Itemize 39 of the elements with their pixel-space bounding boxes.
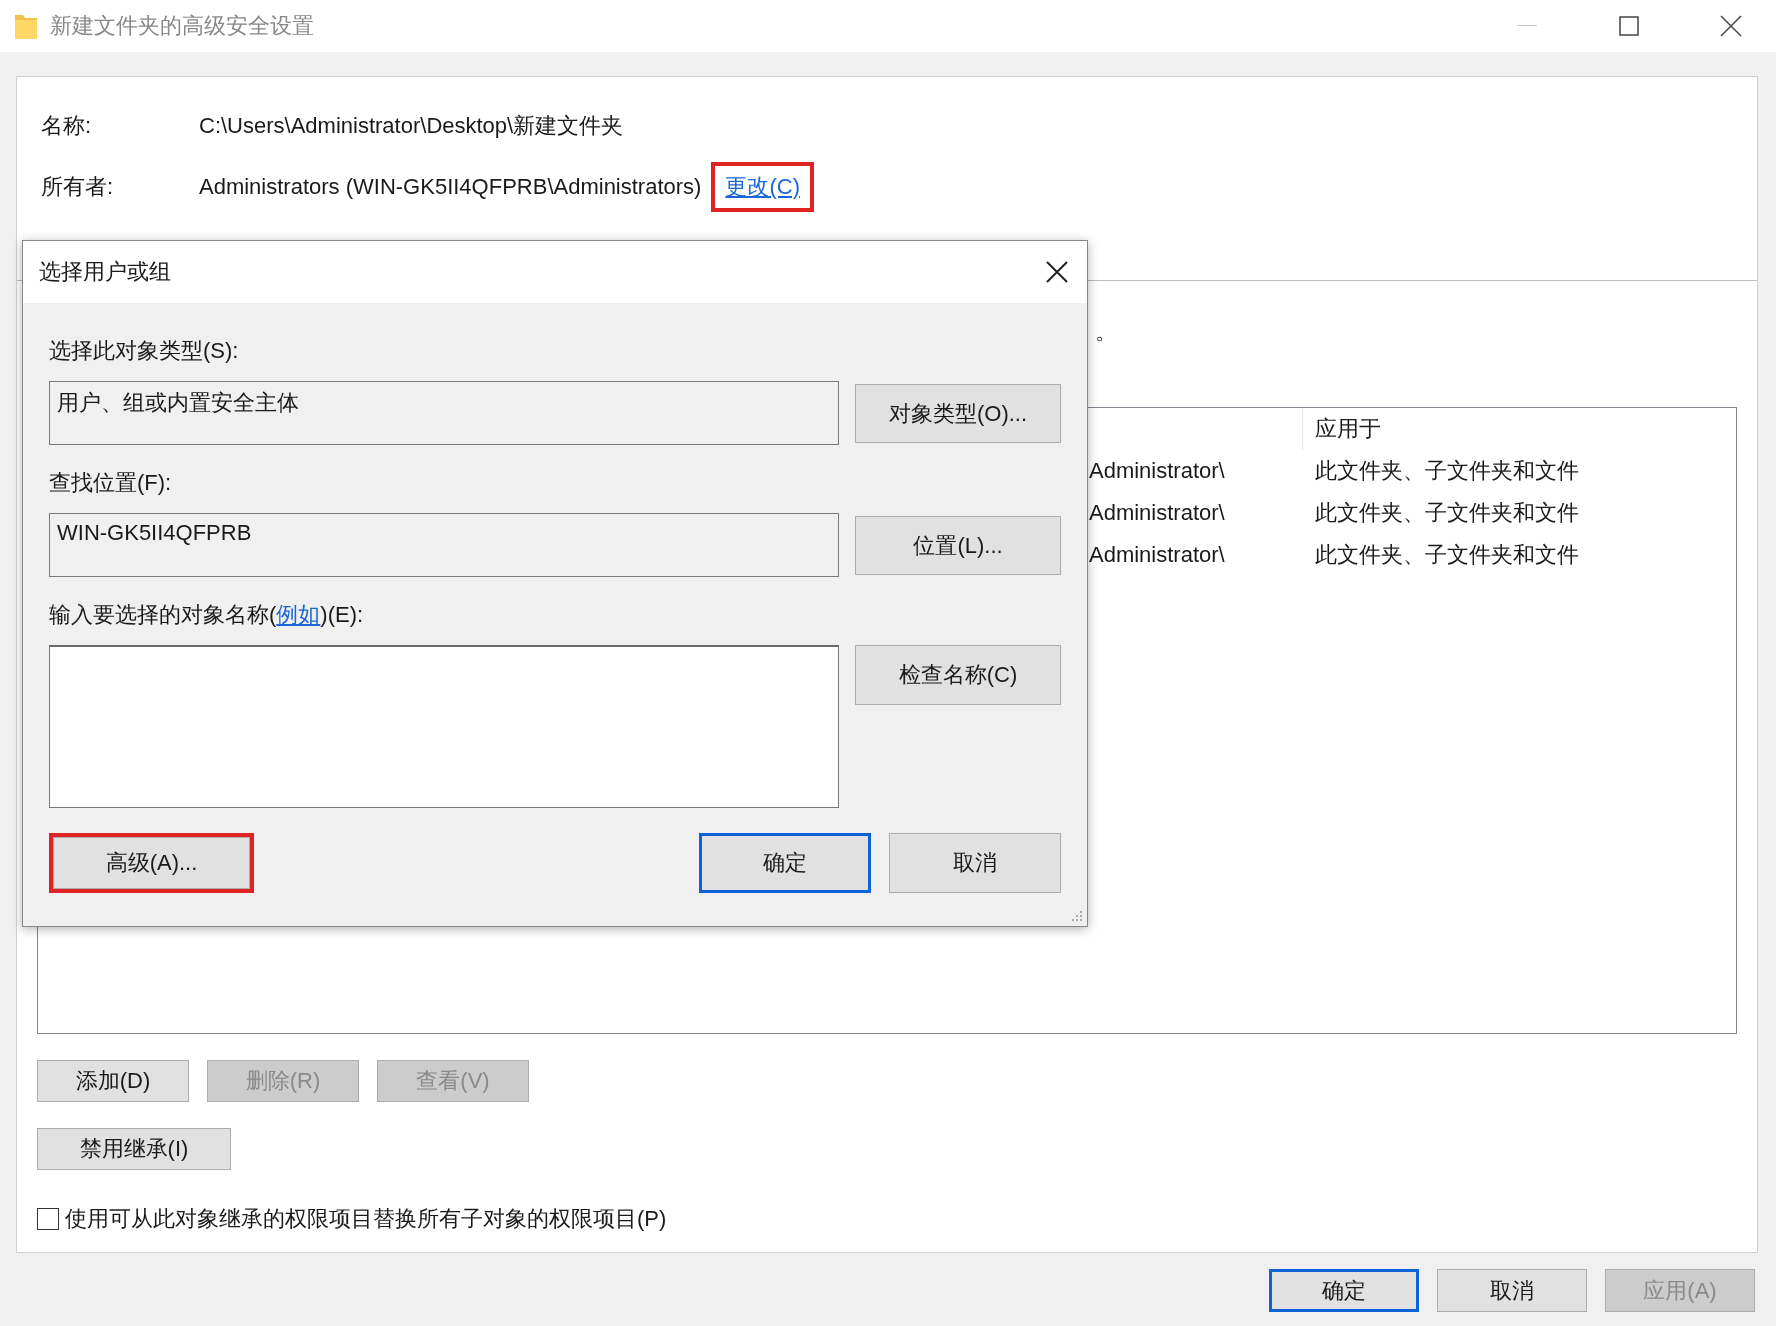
close-icon[interactable] — [1720, 15, 1742, 37]
close-icon[interactable] — [1046, 261, 1068, 283]
checkbox-label: 使用可从此对象继承的权限项目替换所有子对象的权限项目(P) — [65, 1205, 667, 1233]
field-label: 所有者: — [41, 172, 115, 201]
maximize-icon[interactable] — [1619, 16, 1639, 36]
entry-button[interactable]: 添加(D) — [37, 1060, 189, 1102]
input-field[interactable] — [49, 645, 839, 808]
table-cell-text: 此文件夹、子文件夹和文件 — [1314, 541, 1580, 569]
field-label: 选择此对象类型(S): — [49, 337, 240, 365]
field-label: 名称: — [41, 111, 93, 140]
description-text: 。 — [1095, 318, 1117, 346]
dialog-button[interactable]: 取消 — [889, 833, 1061, 893]
dialog-title: 选择用户或组 — [39, 258, 171, 286]
dialog-button[interactable]: 确定 — [1269, 1269, 1419, 1312]
dialog-button[interactable]: 确定 — [699, 833, 871, 893]
table-cell-text: Administrator\ — [1088, 500, 1226, 526]
field-label: 查找位置(F): — [49, 469, 173, 497]
column-header[interactable]: 应用于 — [1302, 408, 1736, 450]
window-title: 新建文件夹的高级安全设置 — [50, 12, 315, 40]
field-value: C:\Users\Administrator\Desktop\新建文件夹 — [199, 111, 624, 140]
input-field[interactable]: WIN-GK5II4QFPRB — [49, 513, 839, 577]
check-names-button[interactable]: 检查名称(C) — [855, 645, 1061, 705]
folder-icon — [14, 12, 38, 40]
checkbox[interactable] — [37, 1208, 59, 1230]
input-field[interactable]: 用户、组或内置安全主体 — [49, 381, 839, 445]
field-value: Administrators (WIN-GK5II4QFPRB\Administrators) — [199, 173, 702, 200]
table-cell-text: 此文件夹、子文件夹和文件 — [1314, 457, 1580, 485]
example-link[interactable]: 例如 — [276, 600, 321, 630]
field-label: 输入要选择的对象名称(例如)(E): — [49, 595, 1061, 635]
dialog-button[interactable]: 取消 — [1437, 1269, 1587, 1312]
dialog-button[interactable]: 对象类型(O)... — [855, 384, 1061, 443]
change-link[interactable]: 更改(C) — [725, 171, 800, 202]
table-cell-text: 此文件夹、子文件夹和文件 — [1314, 499, 1580, 527]
table-cell-text: Administrator\ — [1088, 458, 1226, 484]
dialog-button[interactable]: 高级(A)... — [53, 837, 250, 889]
resize-grip-icon[interactable] — [1069, 908, 1083, 922]
table-cell-text: Administrator\ — [1088, 542, 1226, 568]
disable-inheritance-button[interactable]: 禁用继承(I) — [37, 1128, 231, 1170]
dialog-button[interactable]: 位置(L)... — [855, 516, 1061, 575]
